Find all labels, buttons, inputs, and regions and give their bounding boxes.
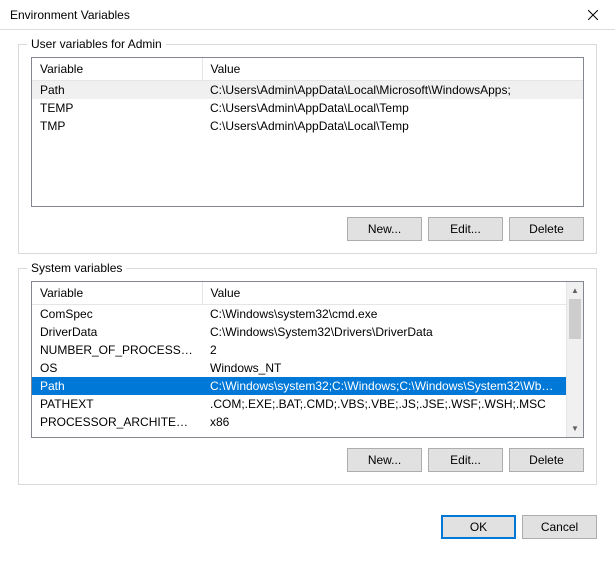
user-new-button[interactable]: New... <box>347 217 422 241</box>
table-row[interactable]: DriverDataC:\Windows\System32\Drivers\Dr… <box>32 323 566 341</box>
scroll-thumb[interactable] <box>569 299 581 339</box>
cell-variable: NUMBER_OF_PROCESSORS <box>32 341 202 359</box>
user-variables-group: User variables for Admin Variable Value … <box>18 44 597 254</box>
cell-value: x86 <box>202 413 566 431</box>
cell-value: C:\Users\Admin\AppData\Local\Temp <box>202 99 583 117</box>
cell-variable: Path <box>32 377 202 395</box>
table-row[interactable]: OSWindows_NT <box>32 359 566 377</box>
table-row[interactable]: PATHEXT.COM;.EXE;.BAT;.CMD;.VBS;.VBE;.JS… <box>32 395 566 413</box>
user-variables-table[interactable]: Variable Value PathC:\Users\Admin\AppDat… <box>31 57 584 207</box>
system-scrollbar[interactable]: ▲ ▼ <box>566 282 583 437</box>
scroll-up-icon[interactable]: ▲ <box>567 282 583 299</box>
cell-value: C:\Users\Admin\AppData\Local\Temp <box>202 117 583 135</box>
system-variables-table[interactable]: Variable Value ComSpecC:\Windows\system3… <box>31 281 584 438</box>
window-close-button[interactable] <box>570 0 615 30</box>
cell-variable: DriverData <box>32 323 202 341</box>
cell-value: Windows_NT <box>202 359 566 377</box>
system-new-button[interactable]: New... <box>347 448 422 472</box>
ok-button[interactable]: OK <box>441 515 516 539</box>
scroll-track[interactable] <box>567 299 583 420</box>
user-delete-button[interactable]: Delete <box>509 217 584 241</box>
user-variables-label: User variables for Admin <box>27 37 166 51</box>
system-variables-group: System variables Variable Value ComSpecC… <box>18 268 597 485</box>
system-variables-label: System variables <box>27 261 126 275</box>
system-col-value[interactable]: Value <box>202 282 566 305</box>
cell-variable: TMP <box>32 117 202 135</box>
cell-variable: ComSpec <box>32 305 202 324</box>
system-col-variable[interactable]: Variable <box>32 282 202 305</box>
cell-value: C:\Users\Admin\AppData\Local\Microsoft\W… <box>202 81 583 100</box>
cell-variable: Path <box>32 81 202 100</box>
table-row[interactable]: PathC:\Users\Admin\AppData\Local\Microso… <box>32 81 583 100</box>
close-icon <box>588 10 598 20</box>
cell-variable: PROCESSOR_ARCHITECTURE <box>32 413 202 431</box>
cell-value: C:\Windows\system32;C:\Windows;C:\Window… <box>202 377 566 395</box>
cell-variable: OS <box>32 359 202 377</box>
cell-value: 2 <box>202 341 566 359</box>
cancel-button[interactable]: Cancel <box>522 515 597 539</box>
titlebar: Environment Variables <box>0 0 615 30</box>
cell-variable: PATHEXT <box>32 395 202 413</box>
system-edit-button[interactable]: Edit... <box>428 448 503 472</box>
table-row[interactable]: PathC:\Windows\system32;C:\Windows;C:\Wi… <box>32 377 566 395</box>
cell-value: .COM;.EXE;.BAT;.CMD;.VBS;.VBE;.JS;.JSE;.… <box>202 395 566 413</box>
table-row[interactable]: NUMBER_OF_PROCESSORS2 <box>32 341 566 359</box>
scroll-down-icon[interactable]: ▼ <box>567 420 583 437</box>
table-row[interactable]: TEMPC:\Users\Admin\AppData\Local\Temp <box>32 99 583 117</box>
user-col-value[interactable]: Value <box>202 58 583 81</box>
table-row[interactable]: PROCESSOR_ARCHITECTUREx86 <box>32 413 566 431</box>
user-edit-button[interactable]: Edit... <box>428 217 503 241</box>
cell-value: C:\Windows\System32\Drivers\DriverData <box>202 323 566 341</box>
cell-variable: TEMP <box>32 99 202 117</box>
cell-value: C:\Windows\system32\cmd.exe <box>202 305 566 324</box>
window-title: Environment Variables <box>10 8 130 22</box>
system-delete-button[interactable]: Delete <box>509 448 584 472</box>
table-row[interactable]: ComSpecC:\Windows\system32\cmd.exe <box>32 305 566 324</box>
user-col-variable[interactable]: Variable <box>32 58 202 81</box>
table-row[interactable]: TMPC:\Users\Admin\AppData\Local\Temp <box>32 117 583 135</box>
